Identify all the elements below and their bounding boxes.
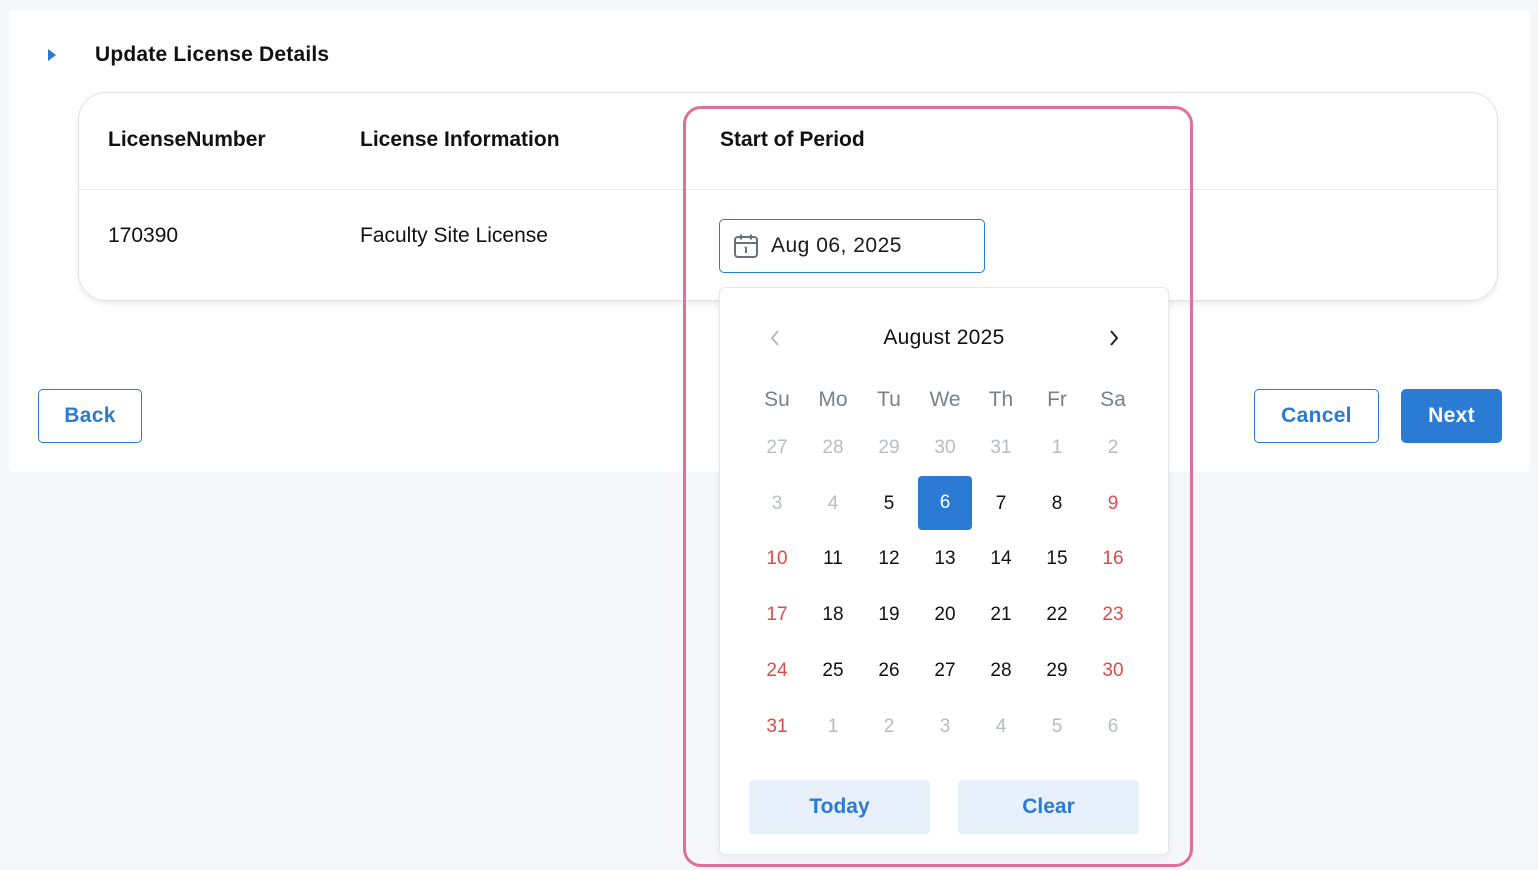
column-header-license-information: License Information (360, 128, 560, 151)
back-button[interactable]: Back (38, 389, 142, 443)
calendar-day[interactable]: 11 (805, 532, 861, 588)
calendar-day-weekend[interactable]: 17 (749, 587, 805, 643)
calendar-day[interactable]: 20 (917, 587, 973, 643)
weekday-label: We (929, 388, 961, 411)
section-header[interactable]: Update License Details (48, 38, 329, 72)
calendar-day-disabled: 6 (1107, 715, 1119, 737)
calendar-day-disabled: 5 (1051, 715, 1063, 737)
calendar-week: 17 18 19 20 21 22 23 (749, 587, 1141, 643)
calendar-day[interactable]: 14 (973, 532, 1029, 588)
weekday-label: Th (988, 388, 1014, 411)
calendar-day-disabled: 28 (822, 436, 844, 458)
calendar-day-weekend[interactable]: 23 (1085, 587, 1141, 643)
next-button[interactable]: Next (1401, 389, 1502, 443)
section-title: Update License Details (95, 43, 330, 66)
weekday-row: Su Mo Tu We Th Fr Sa (749, 380, 1141, 420)
calendar-day[interactable]: 29 (1029, 643, 1085, 699)
calendar-icon (733, 233, 759, 259)
date-picker-dropdown: August 2025 Su Mo Tu We Th Fr Sa 27 28 2… (719, 287, 1169, 855)
calendar-day-weekend[interactable]: 9 (1085, 476, 1141, 532)
column-header-start-of-period: Start of Period (720, 128, 865, 151)
table-header: LicenseNumber License Information Start … (79, 93, 1497, 190)
today-button[interactable]: Today (749, 780, 930, 834)
calendar-day-disabled: 1 (827, 715, 839, 737)
calendar-week: 27 28 29 30 31 1 2 (749, 420, 1141, 476)
calendar-day-disabled: 2 (883, 715, 895, 737)
calendar-day[interactable]: 7 (973, 476, 1029, 532)
calendar-day-weekend[interactable]: 31 (749, 699, 805, 755)
weekday-label: Sa (1100, 388, 1126, 411)
cell-license-information: Faculty Site License (360, 224, 548, 247)
calendar-grid: Su Mo Tu We Th Fr Sa 27 28 29 30 31 1 2 … (749, 380, 1141, 755)
calendar-day[interactable]: 5 (861, 476, 917, 532)
calendar-day-disabled: 27 (766, 436, 788, 458)
calendar-day-disabled: 30 (934, 436, 956, 458)
calendar-day[interactable]: 18 (805, 587, 861, 643)
chevron-right-icon (1110, 330, 1119, 346)
calendar-day-disabled: 3 (939, 715, 951, 737)
weekday-label: Fr (1047, 388, 1067, 411)
calendar-week: 3 4 5 6 7 8 9 (749, 475, 1141, 532)
calendar-day-weekend[interactable]: 16 (1085, 532, 1141, 588)
calendar-day-disabled: 3 (771, 492, 783, 514)
date-input-value: Aug 06, 2025 (771, 234, 902, 257)
column-header-license-number: LicenseNumber (108, 128, 266, 151)
cancel-button[interactable]: Cancel (1254, 389, 1379, 443)
calendar-day-disabled: 1 (1051, 436, 1063, 458)
calendar-day[interactable]: 15 (1029, 532, 1085, 588)
calendar-day[interactable]: 19 (861, 587, 917, 643)
calendar-week: 31 1 2 3 4 5 6 (749, 699, 1141, 755)
calendar-day[interactable]: 8 (1029, 476, 1085, 532)
calendar-day-disabled: 31 (990, 436, 1012, 458)
calendar-header: August 2025 (720, 318, 1168, 358)
weekday-label: Su (764, 388, 790, 411)
calendar-day[interactable]: 22 (1029, 587, 1085, 643)
calendar-day-disabled: 4 (827, 492, 839, 514)
calendar-week: 10 11 12 13 14 15 16 (749, 532, 1141, 588)
calendar-day-selected[interactable]: 6 (918, 475, 972, 530)
calendar-day-disabled: 4 (995, 715, 1007, 737)
clear-button[interactable]: Clear (958, 780, 1139, 834)
calendar-week: 24 25 26 27 28 29 30 (749, 643, 1141, 699)
calendar-day[interactable]: 27 (917, 643, 973, 699)
calendar-day[interactable]: 26 (861, 643, 917, 699)
start-date-input[interactable]: Aug 06, 2025 (719, 219, 985, 273)
calendar-day[interactable]: 12 (861, 532, 917, 588)
calendar-day-disabled: 29 (878, 436, 900, 458)
calendar-day-weekend[interactable]: 30 (1085, 643, 1141, 699)
calendar-day-weekend[interactable]: 24 (749, 643, 805, 699)
calendar-day[interactable]: 13 (917, 532, 973, 588)
weekday-label: Mo (818, 388, 848, 411)
calendar-day-weekend[interactable]: 10 (749, 532, 805, 588)
calendar-day[interactable]: 28 (973, 643, 1029, 699)
next-month-button[interactable] (1098, 322, 1130, 354)
calendar-day-disabled: 2 (1107, 436, 1119, 458)
calendar-day[interactable]: 25 (805, 643, 861, 699)
cell-license-number: 170390 (108, 224, 179, 247)
caret-right-icon[interactable] (48, 49, 56, 61)
calendar-day[interactable]: 21 (973, 587, 1029, 643)
weekday-label: Tu (877, 388, 901, 411)
